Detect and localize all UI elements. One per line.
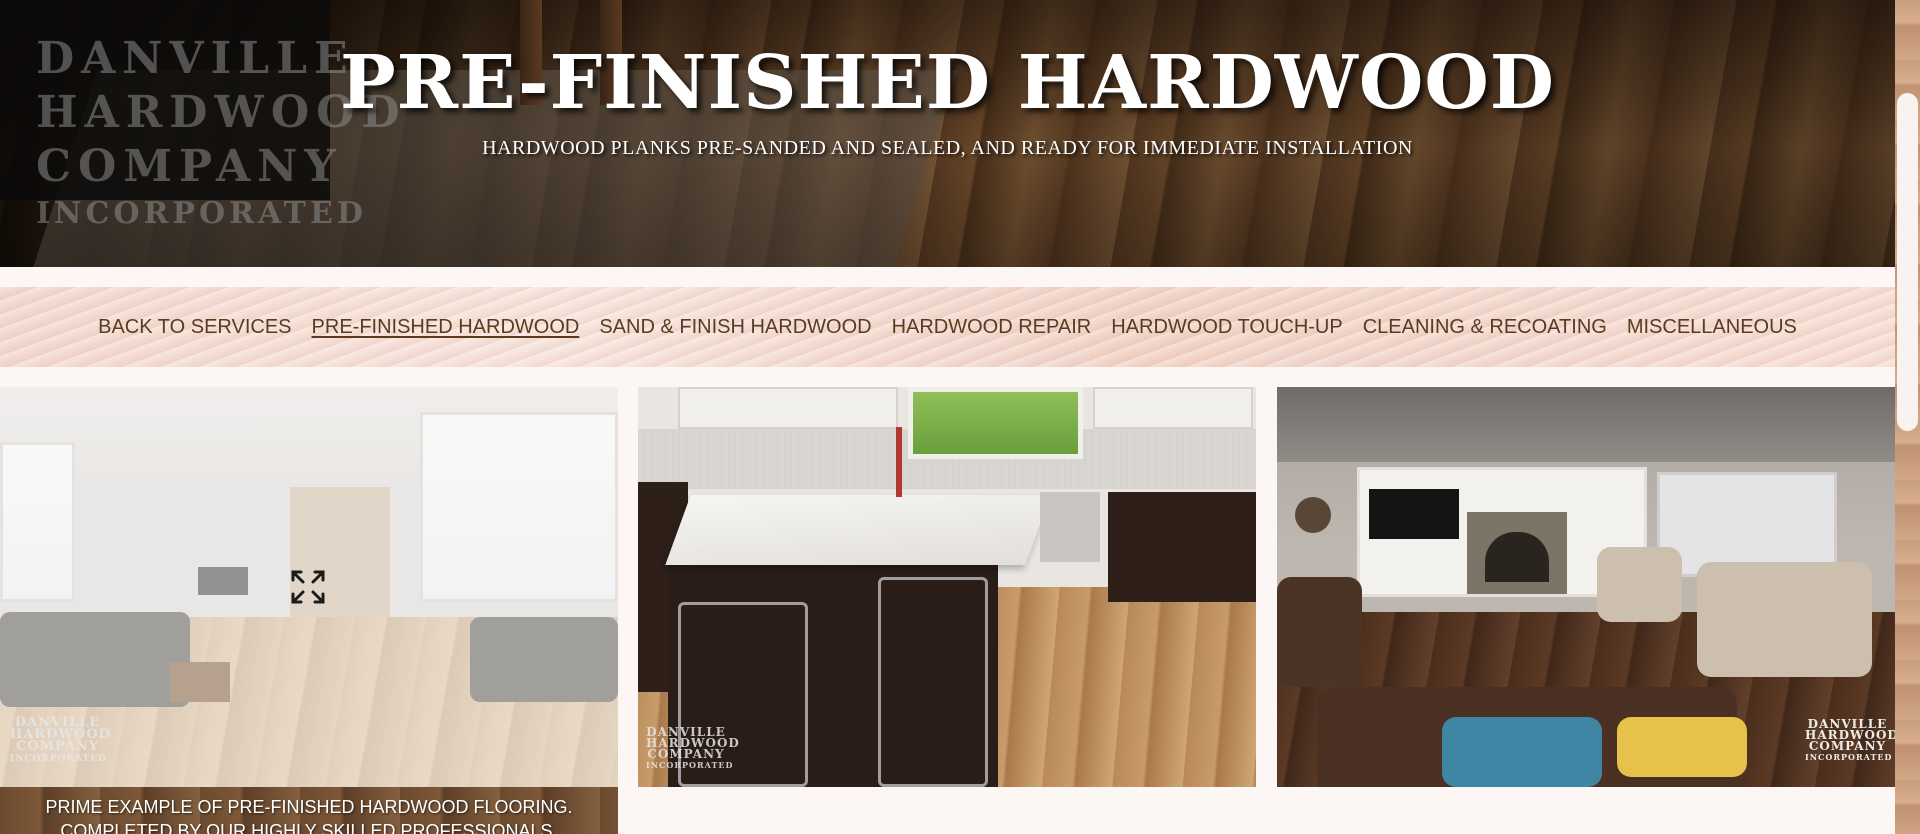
watermark-line: INCORPORATED bbox=[10, 754, 107, 764]
photo-caption: PRIME EXAMPLE OF PRE-FINISHED HARDWOOD F… bbox=[0, 787, 618, 834]
photo-window bbox=[908, 387, 1083, 459]
photo-firebox bbox=[1485, 532, 1549, 582]
photo-watermark: DANVILLE HARDWOOD COMPANY INCORPORATED bbox=[10, 716, 110, 765]
gallery-tile-kitchen[interactable]: DANVILLE HARDWOOD COMPANY INCORPORATED bbox=[638, 387, 1256, 787]
logo-line: INCORPORATED bbox=[36, 196, 367, 231]
photo-pillow bbox=[1442, 717, 1602, 787]
nav-sand-finish-hardwood[interactable]: SAND & FINISH HARDWOOD bbox=[599, 316, 871, 339]
gallery-tile-family-room[interactable]: DANVILLE HARDWOOD COMPANY INCORPORATED bbox=[1277, 387, 1895, 787]
scrollbar-thumb[interactable] bbox=[1897, 93, 1918, 431]
nav-hardwood-repair[interactable]: HARDWOOD REPAIR bbox=[892, 316, 1092, 339]
photo-upper-cabinets bbox=[678, 387, 898, 429]
photo-sofa bbox=[1277, 577, 1362, 687]
nav-back-to-services[interactable]: BACK TO SERVICES bbox=[98, 316, 291, 339]
hero-banner: DANVILLE HARDWOOD COMPANY INCORPORATED P… bbox=[0, 0, 1895, 267]
expand-arrows-icon[interactable] bbox=[290, 569, 326, 605]
photo-watermark: DANVILLE HARDWOOD COMPANY INCORPORATED bbox=[1805, 718, 1895, 763]
photo-recliner bbox=[1697, 562, 1872, 677]
photo-ceiling bbox=[1277, 387, 1895, 462]
watermark-line: COMPANY bbox=[1808, 739, 1887, 753]
page-subtitle: HARDWOOD PLANKS PRE-SANDED AND SEALED, A… bbox=[482, 137, 1413, 159]
photo-upper-cabinets bbox=[1093, 387, 1253, 429]
photo-stool bbox=[878, 577, 988, 787]
gallery-tile-living-room[interactable]: DANVILLE HARDWOOD COMPANY INCORPORATED bbox=[0, 387, 618, 787]
nav-cleaning-recoating[interactable]: CLEANING & RECOATING bbox=[1363, 316, 1607, 339]
caption-line: COMPLETED BY OUR HIGHLY SKILLED PROFESSI… bbox=[60, 821, 558, 834]
watermark-line: INCORPORATED bbox=[1805, 752, 1893, 762]
photo-wall-clock bbox=[1295, 497, 1331, 533]
nav-miscellaneous[interactable]: MISCELLANEOUS bbox=[1627, 316, 1797, 339]
watermark-line: INCORPORATED bbox=[646, 760, 734, 770]
photo-armchair bbox=[1597, 547, 1682, 622]
caption-line: PRIME EXAMPLE OF PRE-FINISHED HARDWOOD F… bbox=[45, 797, 573, 817]
photo-vase bbox=[896, 427, 902, 497]
photo-watermark: DANVILLE HARDWOOD COMPANY INCORPORATED bbox=[646, 726, 739, 771]
photo-island-top bbox=[665, 495, 1051, 565]
page-title: PRE-FINISHED HARDWOOD bbox=[340, 40, 1555, 126]
caption-text: PRIME EXAMPLE OF PRE-FINISHED HARDWOOD F… bbox=[0, 795, 618, 834]
nav-pre-finished-hardwood[interactable]: PRE-FINISHED HARDWOOD bbox=[312, 316, 580, 339]
photo-pillow bbox=[1617, 717, 1747, 777]
photo-lower-cabinets bbox=[1108, 492, 1256, 602]
watermark-line: COMPANY bbox=[647, 747, 725, 761]
services-nav: BACK TO SERVICES PRE-FINISHED HARDWOOD S… bbox=[0, 287, 1895, 367]
photo-dishwasher bbox=[1040, 492, 1100, 562]
nav-hardwood-touch-up[interactable]: HARDWOOD TOUCH-UP bbox=[1111, 316, 1342, 339]
photo-tv bbox=[1369, 489, 1459, 539]
watermark-line: COMPANY bbox=[15, 739, 100, 754]
